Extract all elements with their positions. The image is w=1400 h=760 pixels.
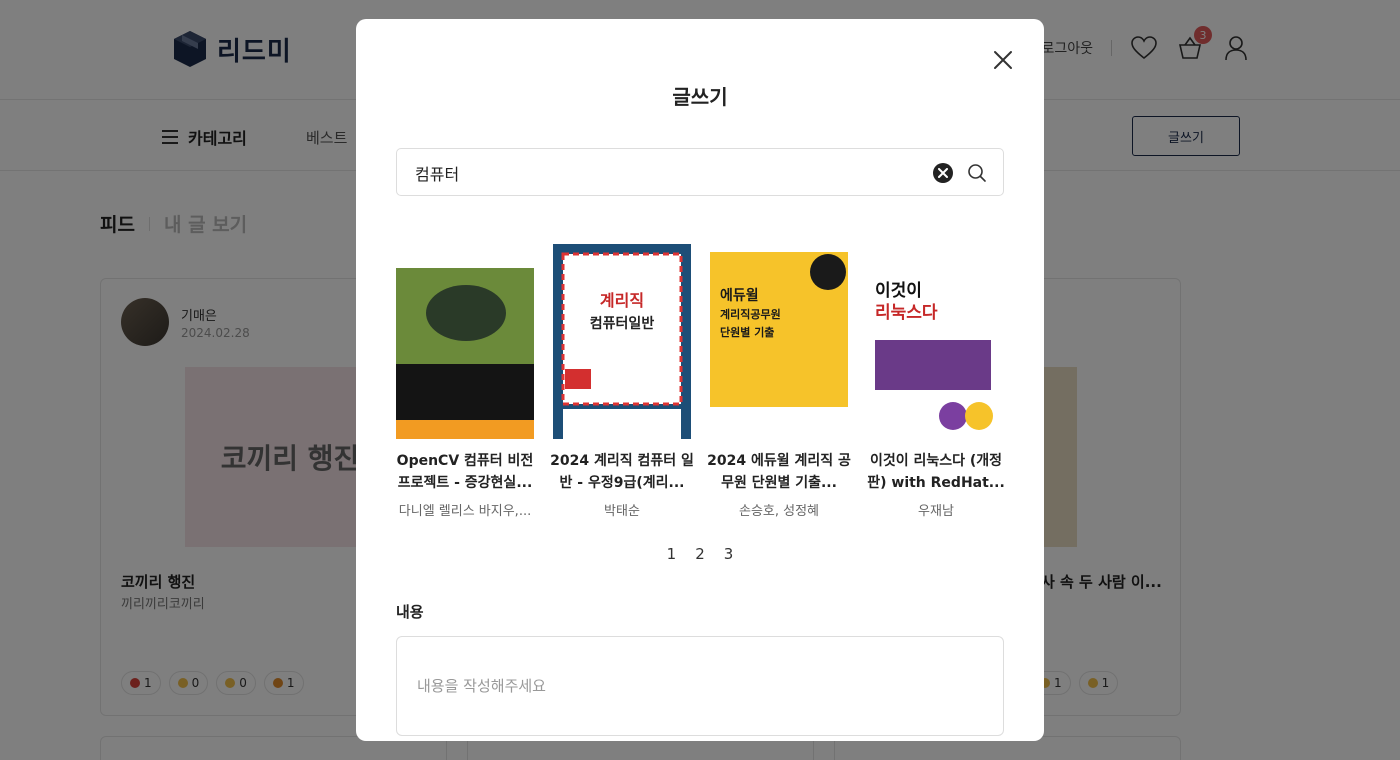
write-post-modal: 글쓰기 OpenCV 컴퓨터 비전 프로젝트 - 증강현실... 다니엘 렐리스… [356,19,1044,741]
book-title: OpenCV 컴퓨터 비전 프로젝트 - 증강현실... [396,453,534,491]
book-author: 박태순 [604,504,640,519]
page-3[interactable]: 3 [724,545,734,563]
clear-search-icon[interactable] [933,163,953,183]
content-field [396,636,1004,736]
book-search-bar [396,148,1004,196]
book-cover-image: 에듀윌 계리직공무원 단원별 기출 [710,252,848,439]
svg-text:계리직: 계리직 [600,291,644,310]
book-cover-image [396,268,534,439]
book-search-input[interactable] [415,161,895,185]
book-author: 우재남 [918,504,954,519]
svg-text:단원별 기출: 단원별 기출 [720,325,774,339]
svg-text:계리직공무원: 계리직공무원 [720,307,781,321]
book-title: 2024 계리직 컴퓨터 일반 - 우정9급(계리... [550,453,694,491]
book-title: 이것이 리눅스다 (개정판) with RedHat... [867,453,1005,491]
book-results: OpenCV 컴퓨터 비전 프로젝트 - 증강현실... 다니엘 렐리스 바지우… [396,244,1005,524]
book-author: 손승호, 성정혜 [738,504,820,519]
pagination: 1 2 3 [356,545,1044,563]
svg-text:컴퓨터일반: 컴퓨터일반 [590,315,655,332]
svg-text:이것이: 이것이 [875,281,922,301]
book-cover-image: 이것이 리눅스다 [867,270,1005,439]
search-icon[interactable] [967,163,987,183]
book-author: 다니엘 렐리스 바지우,... [398,504,532,519]
page-2[interactable]: 2 [695,545,705,563]
close-icon[interactable] [992,49,1014,71]
modal-title: 글쓰기 [672,85,728,109]
content-label: 내용 [396,603,424,621]
page-1[interactable]: 1 [667,545,677,563]
book-title: 2024 에듀윌 계리직 공무원 단원별 기출... [707,453,851,491]
content-textarea[interactable] [417,675,977,705]
book-cover-image: 계리직 컴퓨터일반 [553,244,691,439]
svg-text:에듀윌: 에듀윌 [720,288,759,304]
svg-text:리눅스다: 리눅스다 [875,303,938,323]
